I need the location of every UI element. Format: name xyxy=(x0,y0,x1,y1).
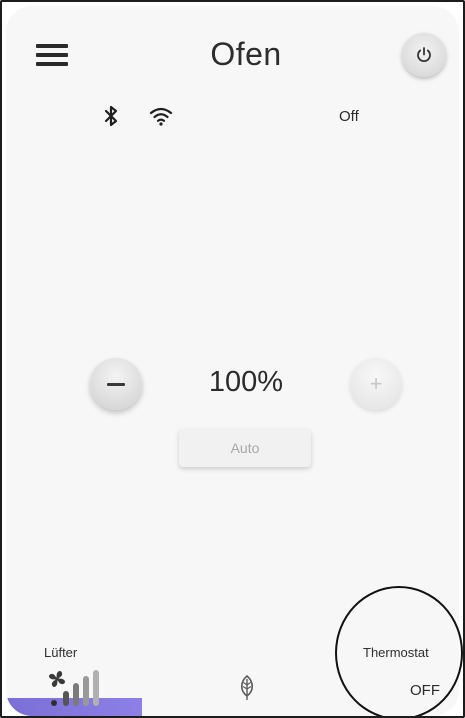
page-title: Ofen xyxy=(210,36,282,72)
power-icon xyxy=(417,47,431,62)
leaf-icon[interactable] xyxy=(237,674,257,702)
increase-button[interactable]: + xyxy=(350,358,402,410)
connection-status: Off xyxy=(339,108,359,125)
plus-icon: + xyxy=(369,371,383,396)
fan-level-icon[interactable] xyxy=(46,668,108,708)
hamburger-menu-icon[interactable] xyxy=(36,42,70,70)
bluetooth-icon xyxy=(104,105,118,127)
power-button[interactable] xyxy=(402,33,446,77)
fan-label: Lüfter xyxy=(44,645,78,660)
minus-icon xyxy=(107,382,125,386)
wifi-icon xyxy=(149,107,173,126)
auto-button[interactable]: Auto xyxy=(179,429,311,467)
level-value: 100% xyxy=(208,366,284,398)
thermostat-highlight-circle[interactable] xyxy=(335,586,463,716)
device-frame: Ofen Off 100% + Auto Lüfter Thermostat O… xyxy=(0,0,465,718)
decrease-button[interactable] xyxy=(90,358,142,410)
